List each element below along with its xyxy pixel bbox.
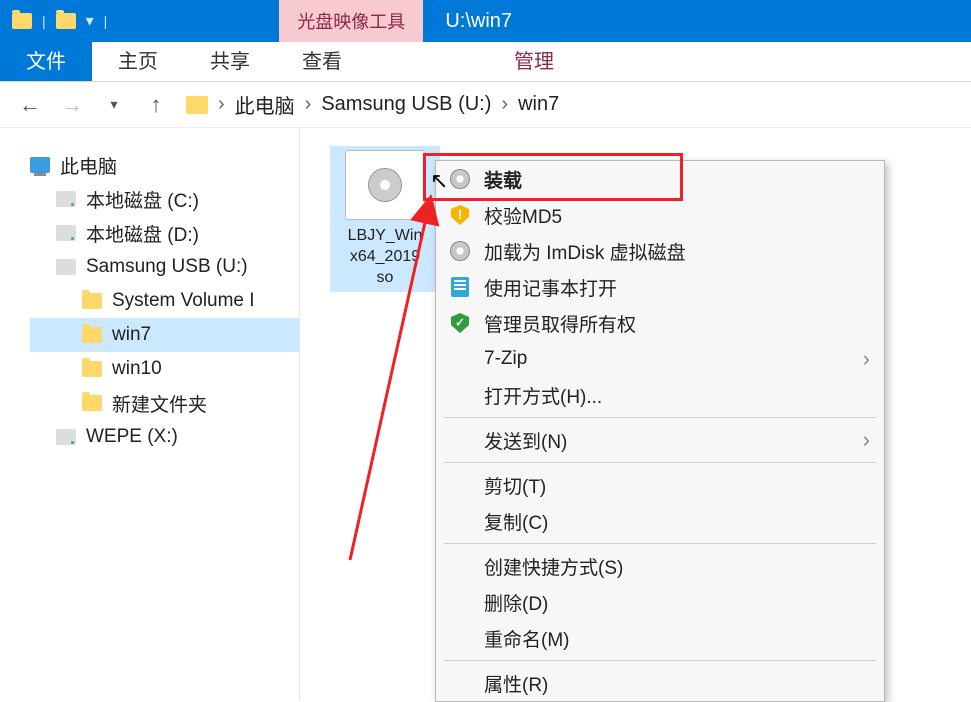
ribbon-tab-file[interactable]: 文件 (0, 42, 92, 81)
notepad-icon (451, 277, 469, 297)
folder-icon (12, 13, 32, 29)
menu-item-imdisk[interactable]: 加载为 ImDisk 虚拟磁盘 (436, 233, 884, 269)
menu-item-cut[interactable]: 剪切(T) (436, 467, 884, 503)
navigation-tree[interactable]: 此电脑 本地磁盘 (C:) 本地磁盘 (D:) Samsung USB (U:)… (0, 128, 300, 700)
menu-item-rename[interactable]: 重命名(M) (436, 620, 884, 656)
context-menu: 装载 校验MD5 加载为 ImDisk 虚拟磁盘 使用记事本打开 管理员取得所有… (435, 160, 885, 702)
menu-item-create-shortcut[interactable]: 创建快捷方式(S) (436, 548, 884, 584)
window-title: U:\win7 (423, 0, 534, 42)
breadcrumb-segment[interactable]: 此电脑 (235, 90, 295, 119)
ribbon-tab-home[interactable]: 主页 (92, 42, 184, 81)
menu-item-send-to[interactable]: 发送到(N)› (436, 422, 884, 458)
folder-icon (82, 395, 102, 411)
menu-item-md5[interactable]: 校验MD5 (436, 197, 884, 233)
shield-check-icon (451, 313, 469, 333)
menu-item-mount[interactable]: 装载 (436, 161, 884, 197)
usb-drive-icon (56, 259, 76, 275)
chevron-right-icon[interactable]: › (305, 93, 312, 116)
nav-history-dropdown[interactable]: ▾ (102, 96, 126, 113)
ribbon-tabs: 文件 主页 共享 查看 管理 (0, 42, 971, 82)
drive-icon (56, 225, 76, 241)
ribbon-tab-manage[interactable]: 管理 (488, 42, 580, 81)
tree-item-win10[interactable]: win10 (30, 352, 299, 386)
pc-icon (30, 157, 50, 173)
file-name-label: LBJY_Win x64_2019 so (334, 226, 436, 288)
contextual-tab-label: 光盘映像工具 (279, 0, 423, 42)
menu-separator (444, 543, 876, 544)
chevron-right-icon: › (863, 427, 870, 453)
ribbon-tab-share[interactable]: 共享 (184, 42, 276, 81)
drive-icon (56, 191, 76, 207)
menu-item-notepad[interactable]: 使用记事本打开 (436, 269, 884, 305)
folder-icon (186, 96, 208, 114)
folder-icon (82, 327, 102, 343)
navigation-row: ← → ▾ ↑ › 此电脑 › Samsung USB (U:) › win7 (0, 82, 971, 128)
qat-separator: | (42, 13, 46, 29)
iso-file-icon (345, 150, 425, 220)
folder-icon (82, 361, 102, 377)
menu-separator (444, 660, 876, 661)
folder-icon[interactable] (56, 13, 76, 29)
menu-separator (444, 462, 876, 463)
breadcrumb-segment[interactable]: Samsung USB (U:) (321, 93, 491, 116)
ribbon-tab-view[interactable]: 查看 (276, 42, 368, 81)
window-titlebar: | ▾ | 光盘映像工具 U:\win7 (0, 0, 971, 42)
disc-icon (450, 241, 470, 261)
menu-separator (444, 417, 876, 418)
tree-item-label: win10 (112, 358, 162, 380)
nav-forward-button[interactable]: → (60, 92, 84, 118)
nav-back-button[interactable]: ← (18, 92, 42, 118)
nav-up-button[interactable]: ↑ (144, 92, 168, 118)
tree-item-label: WEPE (X:) (86, 426, 178, 448)
menu-item-copy[interactable]: 复制(C) (436, 503, 884, 539)
tree-item-label: 本地磁盘 (D:) (86, 220, 199, 247)
tree-item-folder[interactable]: System Volume I (30, 284, 299, 318)
qat-overflow[interactable]: ▾ (86, 11, 94, 31)
menu-item-delete[interactable]: 删除(D) (436, 584, 884, 620)
chevron-right-icon[interactable]: › (501, 93, 508, 116)
folder-icon (82, 293, 102, 309)
tree-item-new-folder[interactable]: 新建文件夹 (30, 386, 299, 420)
menu-item-open-with[interactable]: 打开方式(H)... (436, 377, 884, 413)
shield-warning-icon (451, 205, 469, 225)
tree-item-drive-d[interactable]: 本地磁盘 (D:) (30, 216, 299, 250)
tree-item-drive-u[interactable]: Samsung USB (U:) (30, 250, 299, 284)
tree-item-label: System Volume I (112, 290, 255, 312)
chevron-right-icon: › (863, 346, 870, 372)
tree-item-label: Samsung USB (U:) (86, 256, 248, 278)
drive-icon (56, 429, 76, 445)
qat-separator: | (104, 13, 108, 29)
tree-item-label: 此电脑 (60, 152, 117, 179)
tree-item-label: 新建文件夹 (112, 390, 207, 417)
quick-access-toolbar: | ▾ | (0, 0, 119, 42)
tree-item-win7[interactable]: win7 (30, 318, 299, 352)
menu-item-7zip[interactable]: 7-Zip› (436, 341, 884, 377)
tree-item-this-pc[interactable]: 此电脑 (30, 148, 299, 182)
tree-item-label: 本地磁盘 (C:) (86, 186, 199, 213)
disc-icon (450, 169, 470, 189)
menu-item-properties[interactable]: 属性(R) (436, 665, 884, 701)
chevron-right-icon[interactable]: › (218, 93, 225, 116)
breadcrumb-segment[interactable]: win7 (518, 93, 559, 116)
file-iso[interactable]: LBJY_Win x64_2019 so (330, 146, 440, 292)
breadcrumb[interactable]: › 此电脑 › Samsung USB (U:) › win7 (186, 90, 953, 119)
tree-item-label: win7 (112, 324, 151, 346)
tree-item-drive-x[interactable]: WEPE (X:) (30, 420, 299, 454)
tree-item-drive-c[interactable]: 本地磁盘 (C:) (30, 182, 299, 216)
menu-item-admin-own[interactable]: 管理员取得所有权 (436, 305, 884, 341)
